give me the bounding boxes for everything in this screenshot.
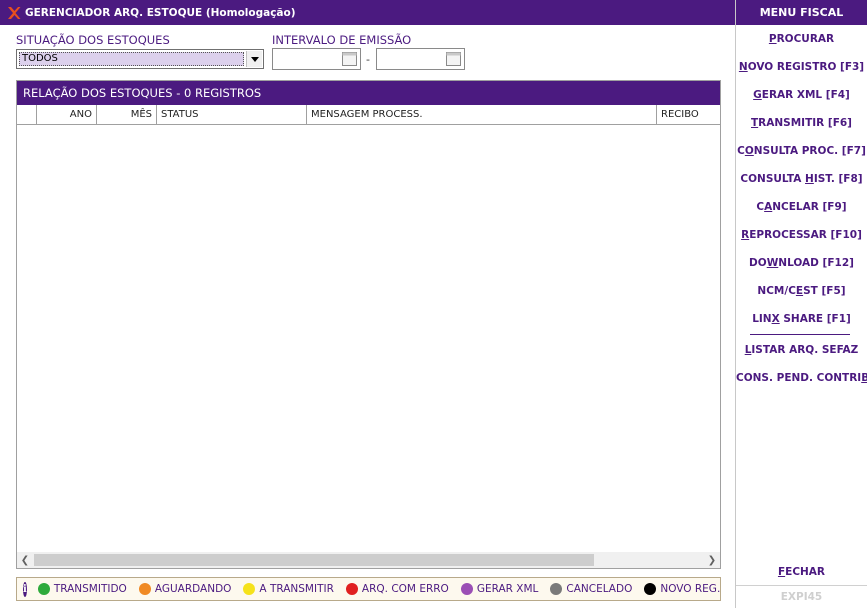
legend-label: ARQ. COM ERRO xyxy=(361,583,449,595)
menu-linx-share[interactable]: LINX SHARE [F1] xyxy=(736,313,867,325)
menu-procurar[interactable]: PROCURAR xyxy=(736,33,867,45)
estoques-grid[interactable]: RELAÇÃO DOS ESTOQUES - 0 REGISTROS ANO M… xyxy=(16,80,721,569)
situacao-select[interactable]: TODOS xyxy=(16,49,264,69)
date-separator: - xyxy=(366,53,370,66)
status-dot-aguardando xyxy=(138,583,151,595)
status-dot-arq-com-erro xyxy=(345,583,358,595)
menu-title: MENU FISCAL xyxy=(736,0,867,25)
scrollbar-thumb[interactable] xyxy=(34,554,594,566)
fechar-button[interactable]: FECHAR xyxy=(736,566,867,578)
legend-item: AGUARDANDO xyxy=(138,583,232,595)
status-dot-gerar-xml xyxy=(460,583,473,595)
menu-download[interactable]: DOWNLOAD [F12] xyxy=(736,257,867,269)
legend-item: GERAR XML xyxy=(460,583,539,595)
grid-header: ANO MÊS STATUS MENSAGEM PROCESS. RECIBO xyxy=(17,105,720,125)
legend-item: TRANSMITIDO xyxy=(37,583,127,595)
legend-label: TRANSMITIDO xyxy=(53,583,127,595)
calendar-icon[interactable] xyxy=(446,52,461,66)
column-header-ano[interactable]: ANO xyxy=(37,105,97,124)
menu-consulta-hist[interactable]: CONSULTA HIST. [F8] xyxy=(736,173,867,185)
app-logo-icon xyxy=(8,6,21,19)
legend-item: CANCELADO xyxy=(550,583,632,595)
menu-consulta-proc[interactable]: CONSULTA PROC. [F7] xyxy=(736,145,867,157)
legend-label: AGUARDANDO xyxy=(154,583,232,595)
grid-title: RELAÇÃO DOS ESTOQUES - 0 REGISTROS xyxy=(17,81,720,105)
status-legend: i TRANSMITIDO AGUARDANDO A TRANSMITIR AR… xyxy=(16,577,721,601)
calendar-icon[interactable] xyxy=(342,52,357,66)
status-dot-a-transmitir xyxy=(243,583,256,595)
status-dot-novo-reg xyxy=(644,583,657,595)
column-header-mes[interactable]: MÊS xyxy=(97,105,157,124)
column-header-indicator[interactable] xyxy=(17,105,37,124)
status-dot-cancelado xyxy=(550,583,563,595)
menu-cons-pend-contrib[interactable]: CONS. PEND. CONTRIB. xyxy=(736,372,867,384)
menu-gerar-xml[interactable]: GERAR XML [F4] xyxy=(736,89,867,101)
chevron-down-icon[interactable] xyxy=(246,51,262,67)
menu-listar-arq-sefaz[interactable]: LISTAR ARQ. SEFAZ xyxy=(736,344,867,356)
legend-item: NOVO REG. xyxy=(644,583,720,595)
menu-ncm-cest[interactable]: NCM/CEST [F5] xyxy=(736,285,867,297)
version-label: EXPI45 xyxy=(736,585,867,608)
legend-item: ARQ. COM ERRO xyxy=(345,583,449,595)
chevron-right-icon[interactable]: ❯ xyxy=(704,552,720,568)
legend-label: NOVO REG. xyxy=(660,583,721,595)
info-icon[interactable]: i xyxy=(23,581,27,597)
menu-cancelar[interactable]: CANCELAR [F9] xyxy=(736,201,867,213)
column-header-recibo[interactable]: RECIBO xyxy=(657,105,720,124)
horizontal-scrollbar[interactable]: ❮ ❯ xyxy=(17,552,720,568)
column-header-mensagem[interactable]: MENSAGEM PROCESS. xyxy=(307,105,657,124)
menu-novo-registro[interactable]: NOVO REGISTRO [F3] xyxy=(736,61,867,73)
column-header-status[interactable]: STATUS xyxy=(157,105,307,124)
window-title: GERENCIADOR ARQ. ESTOQUE (Homologação) xyxy=(25,6,296,19)
situacao-label: SITUAÇÃO DOS ESTOQUES xyxy=(16,33,170,47)
date-to-field[interactable] xyxy=(376,48,465,70)
legend-label: GERAR XML xyxy=(476,583,539,595)
status-dot-transmitido xyxy=(37,583,50,595)
intervalo-label: INTERVALO DE EMISSÃO xyxy=(272,33,412,47)
menu-reprocessar[interactable]: REPROCESSAR [F10] xyxy=(736,229,867,241)
menu-fiscal-panel: MENU FISCAL PROCURAR NOVO REGISTRO [F3] … xyxy=(735,0,867,608)
legend-label: A TRANSMITIR xyxy=(259,583,334,595)
menu-transmitir[interactable]: TRANSMITIR [F6] xyxy=(736,117,867,129)
title-bar: GERENCIADOR ARQ. ESTOQUE (Homologação) xyxy=(0,0,735,25)
situacao-select-value: TODOS xyxy=(19,52,244,66)
legend-label: CANCELADO xyxy=(566,583,633,595)
date-from-field[interactable] xyxy=(272,48,361,70)
legend-item: A TRANSMITIR xyxy=(243,583,334,595)
chevron-left-icon[interactable]: ❮ xyxy=(17,552,33,568)
menu-divider xyxy=(750,334,850,335)
